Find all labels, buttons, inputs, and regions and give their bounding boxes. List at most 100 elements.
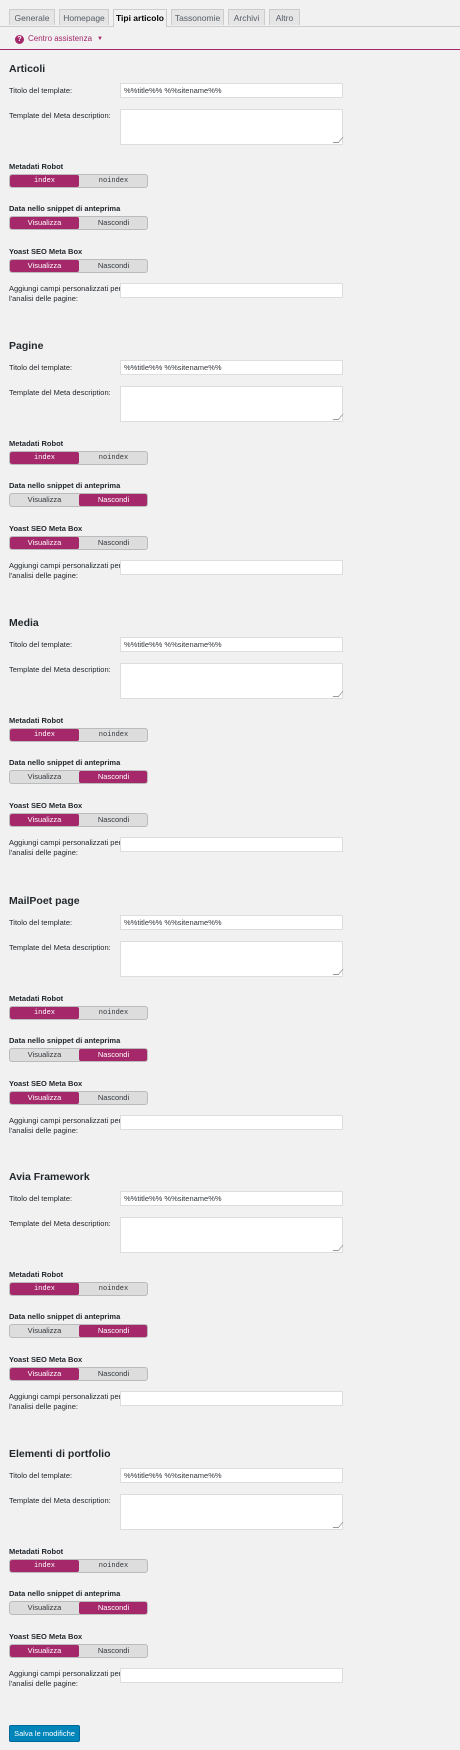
metabox-toggle: Visualizza Nascondi (9, 1644, 148, 1658)
metabox-show-option[interactable]: Visualizza (10, 814, 79, 826)
robots-noindex-option[interactable]: noindex (79, 175, 147, 187)
metabox-toggle: Visualizza Nascondi (9, 1367, 148, 1381)
tab-archivi[interactable]: Archivi (228, 9, 265, 25)
title-template-input[interactable]: %%title%% %%sitename%% (120, 83, 343, 98)
snippet-date-show-option[interactable]: Visualizza (10, 494, 79, 506)
metabox-show-option[interactable]: Visualizza (10, 537, 79, 549)
robots-noindex-option[interactable]: noindex (79, 1007, 147, 1019)
robots-index-option[interactable]: index (10, 1007, 79, 1019)
snippet-date-hide-option[interactable]: Nascondi (79, 771, 147, 783)
robots-label: Metadati Robot (9, 1270, 64, 1279)
metabox-hide-option[interactable]: Nascondi (79, 537, 147, 549)
snippet-date-show-option[interactable]: Visualizza (10, 1325, 79, 1337)
meta-description-textarea[interactable] (120, 1217, 344, 1253)
tab-tassonomie[interactable]: Tassonomie (171, 9, 224, 25)
custom-fields-input[interactable] (120, 283, 343, 298)
snippet-date-hide-option[interactable]: Nascondi (79, 1325, 147, 1337)
metabox-hide-option[interactable]: Nascondi (79, 260, 147, 272)
resize-handle-icon[interactable] (332, 1245, 344, 1251)
custom-fields-label: Aggiungi campi personalizzati per l'anali… (9, 1669, 121, 1689)
meta-description-textarea[interactable] (120, 386, 344, 422)
title-template-input[interactable]: %%title%% %%sitename%% (120, 1468, 343, 1483)
title-template-input[interactable]: %%title%% %%sitename%% (120, 360, 343, 375)
custom-fields-input[interactable] (120, 1115, 343, 1130)
snippet-date-show-option[interactable]: Visualizza (10, 217, 79, 229)
resize-handle-icon[interactable] (332, 137, 344, 143)
section-heading: Media (9, 617, 39, 629)
robots-label: Metadati Robot (9, 716, 64, 725)
robots-noindex-option[interactable]: noindex (79, 1283, 147, 1295)
meta-description-label: Template del Meta description: (9, 665, 111, 674)
robots-index-option[interactable]: index (10, 452, 79, 464)
metabox-label: Yoast SEO Meta Box (9, 1079, 83, 1088)
robots-noindex-option[interactable]: noindex (79, 452, 147, 464)
section-heading: Articoli (9, 63, 46, 75)
tab-tipi-articolo[interactable]: Tipi articolo (113, 9, 167, 27)
resize-handle-icon[interactable] (332, 1522, 344, 1528)
snippet-date-show-option[interactable]: Visualizza (10, 1602, 79, 1614)
metabox-show-option[interactable]: Visualizza (10, 1092, 79, 1104)
snippet-date-show-option[interactable]: Visualizza (10, 771, 79, 783)
help-divider (0, 49, 460, 50)
title-template-input[interactable]: %%title%% %%sitename%% (120, 1191, 343, 1206)
tab-altro[interactable]: Altro (269, 9, 300, 25)
metabox-toggle: Visualizza Nascondi (9, 813, 148, 827)
meta-description-textarea[interactable] (120, 663, 344, 699)
metabox-hide-option[interactable]: Nascondi (79, 1092, 147, 1104)
metabox-show-option[interactable]: Visualizza (10, 260, 79, 272)
metabox-show-option[interactable]: Visualizza (10, 1645, 79, 1657)
robots-index-option[interactable]: index (10, 729, 79, 741)
snippet-date-show-option[interactable]: Visualizza (10, 1049, 79, 1061)
custom-fields-label-line-2: l'analisi delle pagine: (9, 571, 78, 580)
meta-description-textarea[interactable] (120, 941, 344, 977)
robots-noindex-option[interactable]: noindex (79, 729, 147, 741)
custom-fields-input[interactable] (120, 560, 343, 575)
metabox-toggle: Visualizza Nascondi (9, 536, 148, 550)
meta-description-label: Template del Meta description: (9, 111, 111, 120)
meta-description-textarea[interactable] (120, 109, 344, 145)
custom-fields-input[interactable] (120, 837, 343, 852)
meta-description-label: Template del Meta description: (9, 943, 111, 952)
custom-fields-label-line-1: Aggiungi campi personalizzati per (9, 1116, 122, 1125)
title-template-input[interactable]: %%title%% %%sitename%% (120, 637, 343, 652)
robots-index-option[interactable]: index (10, 1560, 79, 1572)
save-button[interactable]: Salva le modifiche (9, 1725, 80, 1742)
tab-bar: Generale Homepage Tipi articolo Tassonom… (0, 0, 460, 27)
custom-fields-input[interactable] (120, 1391, 343, 1406)
help-center-toggle[interactable]: ? Centro assistenza ▼ (15, 33, 103, 45)
custom-fields-label-line-1: Aggiungi campi personalizzati per (9, 1669, 122, 1678)
snippet-date-hide-option[interactable]: Nascondi (79, 494, 147, 506)
tab-generale[interactable]: Generale (9, 9, 55, 25)
metabox-hide-option[interactable]: Nascondi (79, 814, 147, 826)
custom-fields-input[interactable] (120, 1668, 343, 1683)
section-heading: MailPoet page (9, 895, 80, 907)
section-elementi-di-portfolio: Elementi di portfolio Titolo del template… (0, 1448, 460, 1723)
section-articoli: Articoli Titolo del template: %%title%% %%… (0, 63, 460, 338)
resize-handle-icon[interactable] (332, 414, 344, 420)
resize-handle-icon[interactable] (332, 969, 344, 975)
metabox-hide-option[interactable]: Nascondi (79, 1645, 147, 1657)
snippet-date-toggle: Visualizza Nascondi (9, 1048, 148, 1062)
robots-toggle: index noindex (9, 1006, 148, 1020)
snippet-date-label: Data nello snippet di anteprima (9, 204, 121, 213)
robots-index-option[interactable]: index (10, 1283, 79, 1295)
snippet-date-label: Data nello snippet di anteprima (9, 1312, 121, 1321)
meta-description-textarea[interactable] (120, 1494, 344, 1530)
custom-fields-label-line-2: l'analisi delle pagine: (9, 1126, 78, 1135)
snippet-date-hide-option[interactable]: Nascondi (79, 217, 147, 229)
snippet-date-label: Data nello snippet di anteprima (9, 481, 121, 490)
robots-index-option[interactable]: index (10, 175, 79, 187)
robots-label: Metadati Robot (9, 439, 64, 448)
resize-handle-icon[interactable] (332, 691, 344, 697)
title-template-input[interactable]: %%title%% %%sitename%% (120, 915, 343, 930)
snippet-date-hide-option[interactable]: Nascondi (79, 1602, 147, 1614)
custom-fields-label-line-1: Aggiungi campi personalizzati per (9, 838, 122, 847)
snippet-date-toggle: Visualizza Nascondi (9, 1324, 148, 1338)
metabox-show-option[interactable]: Visualizza (10, 1368, 79, 1380)
metabox-hide-option[interactable]: Nascondi (79, 1368, 147, 1380)
snippet-date-hide-option[interactable]: Nascondi (79, 1049, 147, 1061)
metabox-label: Yoast SEO Meta Box (9, 247, 83, 256)
robots-noindex-option[interactable]: noindex (79, 1560, 147, 1572)
snippet-date-toggle: Visualizza Nascondi (9, 493, 148, 507)
tab-homepage[interactable]: Homepage (59, 9, 109, 25)
